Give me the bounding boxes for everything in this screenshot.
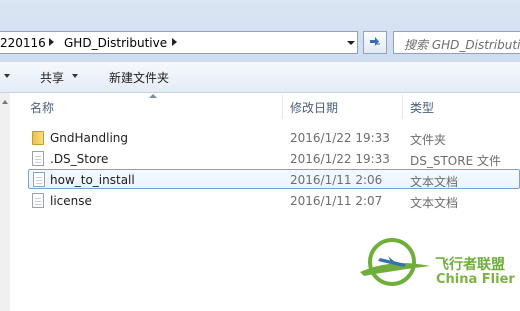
file-name: .DS_Store bbox=[50, 152, 109, 166]
share-dropdown-icon[interactable] bbox=[72, 74, 78, 78]
file-modified: 2016/1/11 2:06 bbox=[290, 173, 383, 187]
breadcrumb-parent[interactable]: 220116 bbox=[0, 36, 46, 50]
column-header-name[interactable]: 名称 bbox=[30, 99, 54, 116]
scroll-up-arrow-icon[interactable] bbox=[2, 100, 8, 104]
file-row[interactable]: license 2016/1/11 2:07 文本文档 bbox=[28, 191, 520, 211]
file-type: DS_STORE 文件 bbox=[410, 154, 501, 168]
column-header-modified[interactable]: 修改日期 bbox=[290, 99, 338, 116]
search-input[interactable]: 搜索 GHD_Distributive bbox=[393, 31, 520, 54]
refresh-icon bbox=[370, 37, 380, 46]
share-button[interactable]: 共享 bbox=[40, 69, 64, 86]
watermark-english-text: China Flier bbox=[436, 272, 515, 287]
file-icon bbox=[32, 151, 44, 166]
file-name: how_to_install bbox=[50, 173, 135, 187]
breadcrumb-separator-icon[interactable] bbox=[49, 38, 54, 46]
column-divider[interactable] bbox=[282, 95, 283, 119]
column-header-type[interactable]: 类型 bbox=[410, 99, 434, 116]
file-type: 文本文档 bbox=[410, 196, 459, 210]
search-placeholder: 搜索 GHD_Distributive bbox=[404, 38, 520, 52]
watermark-chinese-text: 飞行者联盟 bbox=[435, 257, 505, 273]
new-folder-button[interactable]: 新建文件夹 bbox=[109, 69, 169, 86]
breadcrumb-separator-icon[interactable] bbox=[172, 38, 177, 46]
organize-dropdown-icon[interactable] bbox=[4, 74, 10, 78]
file-modified: 2016/1/11 2:07 bbox=[290, 194, 383, 208]
address-bar-row: 220116 GHD_Distributive 搜索 GHD_Distribut… bbox=[0, 0, 520, 62]
file-name: GndHandling bbox=[50, 131, 129, 145]
file-modified: 2016/1/22 19:33 bbox=[290, 152, 390, 166]
text-file-icon bbox=[32, 193, 44, 208]
sort-ascending-icon bbox=[149, 94, 157, 98]
china-flier-watermark: 飞行者联盟 China Flier bbox=[352, 236, 520, 296]
text-file-icon bbox=[33, 172, 45, 187]
file-row-selected[interactable]: how_to_install 2016/1/11 2:06 文本文档 bbox=[28, 169, 520, 189]
address-bar[interactable]: 220116 GHD_Distributive bbox=[0, 31, 358, 54]
file-row[interactable]: .DS_Store 2016/1/22 19:33 DS_STORE 文件 bbox=[28, 149, 520, 169]
folder-icon bbox=[32, 131, 44, 145]
command-toolbar: 共享 新建文件夹 bbox=[0, 62, 520, 93]
navigation-pane-scrollbar[interactable] bbox=[0, 93, 10, 311]
file-name: license bbox=[50, 194, 92, 208]
file-type: 文本文档 bbox=[410, 175, 459, 189]
file-type: 文件夹 bbox=[410, 133, 447, 147]
file-row[interactable]: GndHandling 2016/1/22 19:33 文件夹 bbox=[28, 128, 520, 148]
file-modified: 2016/1/22 19:33 bbox=[290, 131, 390, 145]
column-divider[interactable] bbox=[402, 95, 403, 119]
refresh-button[interactable] bbox=[363, 31, 387, 54]
china-flier-logo-icon bbox=[360, 238, 430, 286]
address-history-dropdown-icon[interactable] bbox=[347, 41, 355, 45]
breadcrumb-current[interactable]: GHD_Distributive bbox=[64, 36, 167, 50]
